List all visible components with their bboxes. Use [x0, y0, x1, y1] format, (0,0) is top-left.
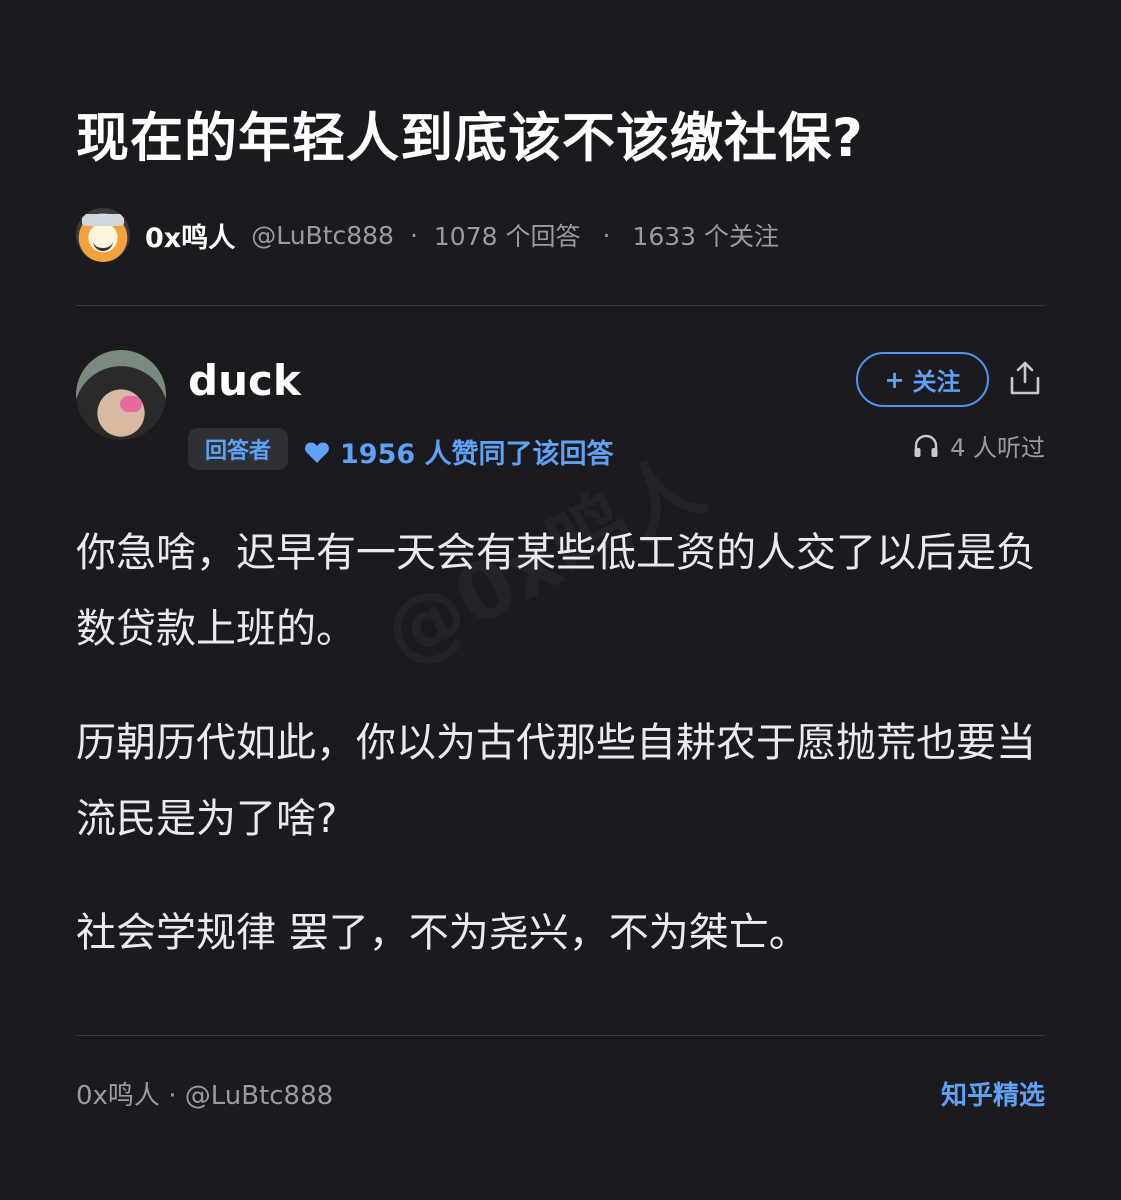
likes-summary: 1956 人赞同了该回答 [304, 432, 614, 471]
zhihu-answer-card: 现在的年轻人到底该不该缴社保? 0x鸣人 @LuBtc888 · 1078 个回… [0, 0, 1121, 1200]
footer-credit: 0x鸣人 · @LuBtc888 [76, 1081, 334, 1111]
answer-header: duck 回答者 1956 人赞同了该回答 + 关注 4 人听过 [76, 350, 1045, 470]
answers-count: 1078 个回答 [433, 222, 581, 251]
listen-text: 4 人听过 [950, 434, 1045, 462]
followers-count: 1633 个关注 [632, 222, 780, 251]
poster-name[interactable]: 0x鸣人 [145, 216, 235, 255]
zhihu-featured-link[interactable]: 知乎精选 [941, 1075, 1045, 1112]
divider [76, 305, 1045, 306]
meta-separator: · [409, 220, 418, 250]
poster-meta: 0x鸣人 @LuBtc888 · 1078 个回答 · 1633 个关注 [76, 207, 779, 263]
share-icon[interactable] [1008, 360, 1042, 396]
plus-icon: + [884, 365, 905, 394]
answer-paragraph: 社会学规律 罢了，不为尧兴，不为桀亡。 [76, 910, 809, 956]
role-badge: 回答者 [188, 428, 288, 470]
poster-handle: @LuBtc888 [251, 220, 394, 250]
poster-avatar[interactable] [76, 208, 130, 262]
listen-count: 4 人听过 [912, 428, 1045, 463]
author-name[interactable]: duck [188, 356, 301, 405]
answer-paragraph: 历朝历代如此，你以为古代那些自耕农于愿抛荒也要当流民是为了啥? [76, 720, 1036, 842]
author-avatar[interactable] [76, 350, 166, 440]
divider [76, 1035, 1045, 1036]
follow-button[interactable]: + 关注 [856, 352, 989, 407]
likes-text: 1956 人赞同了该回答 [340, 439, 614, 470]
heart-icon [305, 441, 329, 463]
question-title[interactable]: 现在的年轻人到底该不该缴社保? [76, 96, 864, 172]
meta-separator: · [602, 220, 611, 250]
follow-label: 关注 [912, 368, 961, 396]
headphone-icon [914, 434, 938, 457]
